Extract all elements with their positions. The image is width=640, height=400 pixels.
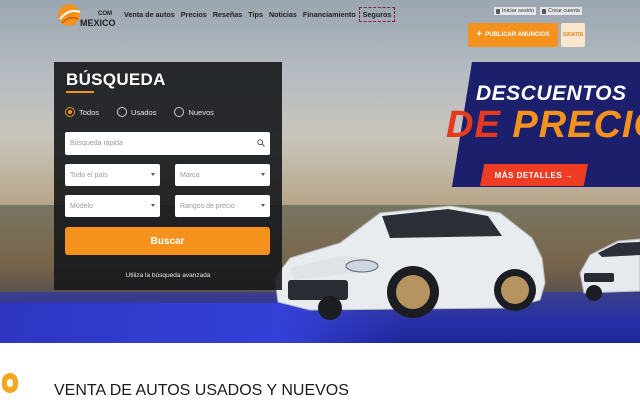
register-link[interactable]: Crear cuenta (540, 7, 582, 15)
publish-label: PUBLICAR ANUNCIOS (485, 32, 550, 38)
gratis-badge[interactable]: GRATIS (561, 23, 585, 47)
radio-usados[interactable]: Usados (117, 107, 156, 117)
logo-text: MEXICO (80, 18, 116, 28)
site-header: COM MEXICO Venta de autos Precios Reseña… (0, 0, 640, 47)
country-value: Todo el país (70, 171, 108, 179)
user-icon (496, 8, 500, 14)
nav-precios[interactable]: Precios (181, 10, 207, 19)
promo-precio: PRECIO (512, 104, 640, 146)
quick-search-input[interactable]: Búsqueda rápida (65, 132, 270, 155)
condition-radio-group: Todos Usados Nuevos (65, 107, 232, 117)
car-image (274, 205, 546, 320)
login-label: Iniciar sesión (502, 8, 535, 14)
search-button[interactable]: Buscar (65, 227, 270, 255)
model-value: Modelo (70, 202, 93, 210)
country-select[interactable]: Todo el país (65, 164, 160, 186)
title-underline (66, 91, 94, 93)
quick-search-placeholder: Búsqueda rápida (70, 140, 123, 147)
search-panel: BÚSQUEDA Todos Usados Nuevos Búsqueda rá… (54, 62, 282, 290)
search-title: BÚSQUEDA (66, 70, 166, 89)
brand-value: Marca (180, 171, 200, 179)
promo-headline-1: DESCUENTOS (476, 82, 627, 105)
nav-venta-de-autos[interactable]: Venta de autos (124, 10, 175, 19)
nav-financiamiento[interactable]: Financiamiento (303, 10, 356, 19)
site-logo[interactable]: COM MEXICO (56, 2, 118, 28)
chevron-down-icon (151, 204, 155, 207)
more-details-button[interactable]: MÁS DETALLES → (480, 164, 588, 186)
promo-de: DE (446, 104, 501, 146)
radio-dot (117, 107, 128, 117)
price-range-select[interactable]: Rangos de precio (175, 195, 270, 217)
chat-icon[interactable] (2, 373, 18, 393)
radio-todos[interactable]: Todos (65, 107, 99, 117)
lock-icon (542, 8, 547, 14)
login-link[interactable]: Iniciar sesión (494, 7, 537, 15)
radio-dot (174, 107, 185, 117)
publish-ads-button[interactable]: + PUBLICAR ANUNCIOS (468, 23, 558, 47)
logo-com: COM (98, 11, 112, 17)
brand-select[interactable]: Marca (175, 164, 270, 186)
main-nav: Venta de autos Precios Reseñas Tips Noti… (124, 7, 398, 22)
nav-tips[interactable]: Tips (248, 10, 263, 19)
search-icon[interactable] (257, 139, 265, 147)
model-select[interactable]: Modelo (65, 195, 160, 217)
chevron-down-icon (261, 204, 265, 207)
register-label: Crear cuenta (548, 8, 580, 14)
plus-icon: + (476, 29, 483, 40)
advanced-search-link[interactable]: Utiliza la búsqueda avanzada (54, 272, 282, 279)
chevron-down-icon (261, 173, 265, 176)
nav-seguros[interactable]: Seguros (358, 7, 396, 22)
chevron-down-icon (151, 173, 155, 176)
nav-resenas[interactable]: Reseñas (213, 10, 243, 19)
radio-label: Todos (79, 107, 100, 117)
radio-label: Nuevos (188, 107, 214, 117)
radio-dot (65, 107, 75, 117)
section-title: VENTA DE AUTOS USADOS Y NUEVOS (54, 382, 349, 399)
car-image-secondary (579, 238, 640, 301)
nav-noticias[interactable]: Noticias (269, 10, 297, 19)
price-range-value: Rangos de precio (180, 202, 235, 210)
promo-headline-2: DE PRECIO (446, 104, 640, 147)
logo-globe-icon (58, 4, 81, 26)
radio-label: Usados (131, 107, 157, 117)
account-links: Iniciar sesión Crear cuenta (494, 7, 582, 15)
radio-nuevos[interactable]: Nuevos (174, 107, 214, 117)
